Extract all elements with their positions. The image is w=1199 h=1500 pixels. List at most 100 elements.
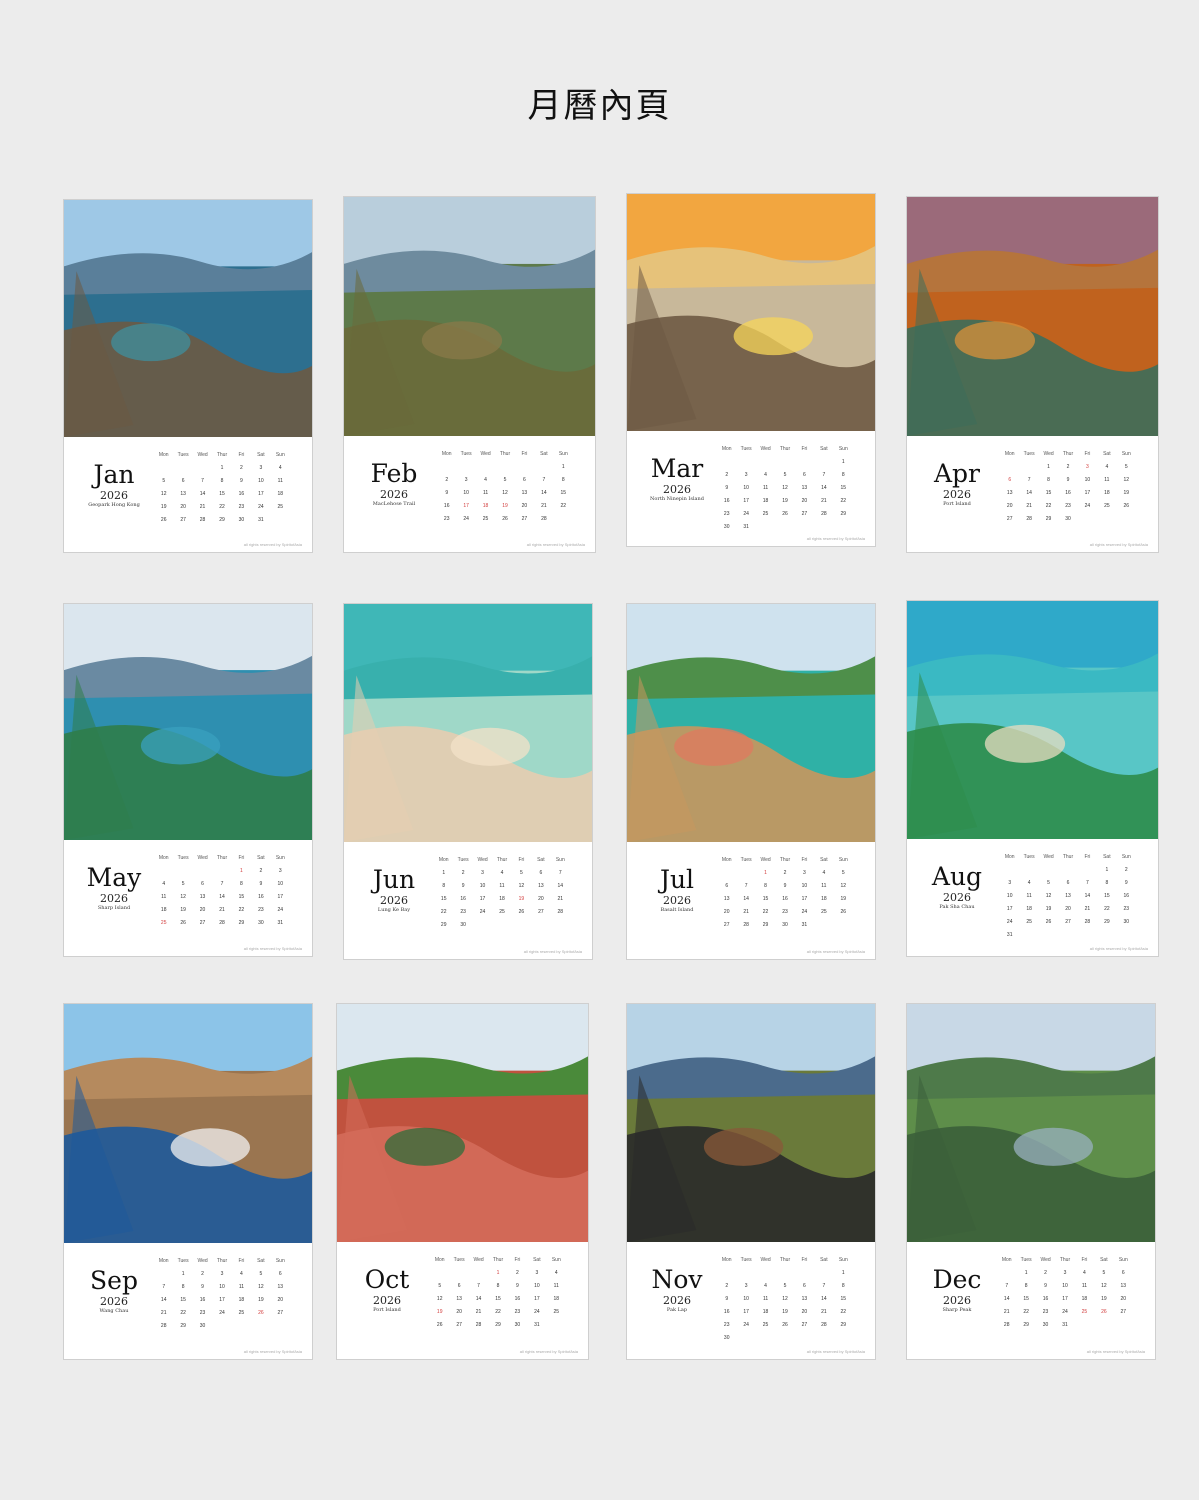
day-header: Thur	[496, 857, 508, 863]
day-cell: 26	[502, 516, 508, 522]
day-cell: 16	[199, 1297, 206, 1303]
day-cell: 4	[500, 870, 504, 876]
day-cell: 13	[1006, 490, 1013, 496]
calendar-photo	[344, 197, 595, 436]
day-cell: 2	[783, 870, 787, 876]
day-cell: 28	[1003, 1322, 1010, 1328]
day-cell: 29	[180, 1323, 186, 1329]
day-cell: 15	[1104, 893, 1110, 899]
day-cell: 7	[201, 478, 204, 484]
day-cell: 14	[821, 485, 827, 491]
day-cell: 16	[238, 491, 245, 497]
day-cell: 6	[1121, 1270, 1125, 1276]
day-cell: 10	[1062, 1283, 1068, 1289]
day-cell: 23	[443, 516, 450, 522]
day-cell: 29	[440, 922, 447, 928]
day-cell: 3	[259, 465, 263, 471]
day-header: Thur	[779, 857, 791, 863]
day-cell: 11	[1026, 893, 1032, 899]
day-cell: 9	[240, 478, 243, 484]
day-cell: 9	[725, 485, 729, 491]
day-header: Sun	[275, 1258, 285, 1264]
empty-cell	[534, 463, 553, 471]
day-header: Wed	[197, 1258, 208, 1264]
month-name: Jan	[93, 460, 135, 489]
day-header: Wed	[197, 452, 208, 458]
day-cell: 8	[442, 883, 446, 889]
day-header: Wed	[1043, 451, 1054, 457]
day-cell: 27	[801, 511, 808, 517]
calendar-page-oct: Oct 2026 Port Island Mon Tues Wed Thur Fri Sat Su…	[336, 1003, 589, 1360]
month-year: 2026	[373, 1294, 401, 1307]
day-cell: 25	[1104, 503, 1110, 509]
day-cell: 9	[1044, 1283, 1047, 1289]
day-cell: 5	[503, 477, 507, 483]
credit-text: all rights reserved by SpiritofAsia	[1086, 1349, 1145, 1354]
day-cell: 14	[219, 894, 225, 900]
day-cell: 12	[1101, 1283, 1107, 1289]
day-cell: 24	[801, 909, 808, 915]
day-grid: Mon Tues Wed Thur Fri Sat Sun 1 2 3 4 5 6 7 8 9 10 11 12 13…	[997, 1256, 1133, 1329]
day-cell: 13	[456, 1296, 462, 1302]
day-cell: 30	[199, 1323, 206, 1329]
day-cell: 15	[238, 894, 245, 900]
day-cell: 26	[840, 909, 847, 915]
day-cell: 12	[518, 883, 525, 889]
day-cell: 15	[840, 485, 847, 491]
day-header: Tues	[740, 857, 752, 863]
empty-cell	[154, 464, 173, 472]
day-cell: 9	[201, 1284, 204, 1290]
month-year: 2026	[380, 488, 408, 501]
day-cell: 14	[1026, 490, 1032, 496]
day-cell: 21	[1084, 906, 1091, 912]
day-cell: 20	[801, 498, 808, 504]
day-cell: 10	[463, 490, 469, 496]
empty-cell	[736, 869, 755, 877]
month-year: 2026	[943, 891, 971, 904]
day-cell: 25	[482, 516, 489, 522]
day-cell: 2	[1044, 1270, 1047, 1276]
day-cell: 3	[803, 870, 806, 876]
day-cell: 23	[460, 909, 466, 915]
calendar-photo	[627, 194, 875, 431]
calendar-photo	[337, 1004, 588, 1242]
day-cell: 28	[541, 516, 547, 522]
day-cell: 5	[1047, 880, 1050, 886]
month-location: Port Island	[373, 1307, 401, 1313]
day-cell: 28	[475, 1322, 482, 1328]
day-cell: 13	[1120, 1283, 1127, 1289]
day-cell: 28	[199, 517, 206, 523]
day-cell: 17	[801, 896, 808, 902]
day-cell: 18	[277, 491, 284, 497]
empty-cell	[449, 1269, 468, 1277]
day-cell: 5	[438, 1283, 442, 1289]
day-cell: 27	[1006, 516, 1013, 522]
day-cell: 5	[162, 478, 166, 484]
day-cell: 25	[821, 909, 827, 915]
empty-cell	[736, 458, 755, 466]
day-cell: 10	[258, 478, 264, 484]
day-header: Mon	[158, 855, 169, 861]
day-cell: 16	[723, 498, 730, 504]
day-grid: Mon Tues Wed Thur Fri Sat Sun 1 2 3 4 5 6 7 8 9 10 11 12 13…	[430, 1256, 566, 1329]
day-cell: 4	[822, 870, 826, 876]
day-cell: 12	[502, 490, 508, 496]
day-cell: 17	[743, 1309, 749, 1315]
month-name: Apr	[933, 459, 980, 488]
day-cell: 26	[160, 517, 167, 523]
calendar-footer: Sep 2026 Wang Chau Mon Tues Wed Thur Fri Sat Sun 1…	[64, 1243, 312, 1359]
day-cell: 29	[762, 922, 769, 928]
day-header: Sat	[537, 857, 545, 863]
day-cell: 24	[479, 909, 486, 915]
month-name: Oct	[364, 1265, 410, 1294]
day-cell: 18	[160, 907, 167, 913]
day-cell: 22	[1023, 1309, 1029, 1315]
day-cell: 14	[1084, 893, 1091, 899]
day-cell: 22	[495, 1309, 501, 1315]
day-cell: 16	[514, 1296, 521, 1302]
day-cell: 20	[1120, 1296, 1127, 1302]
day-header: Sat	[257, 452, 265, 458]
day-cell: 18	[1026, 906, 1032, 912]
day-cell: 18	[1104, 490, 1110, 496]
day-header: Sat	[540, 451, 548, 457]
